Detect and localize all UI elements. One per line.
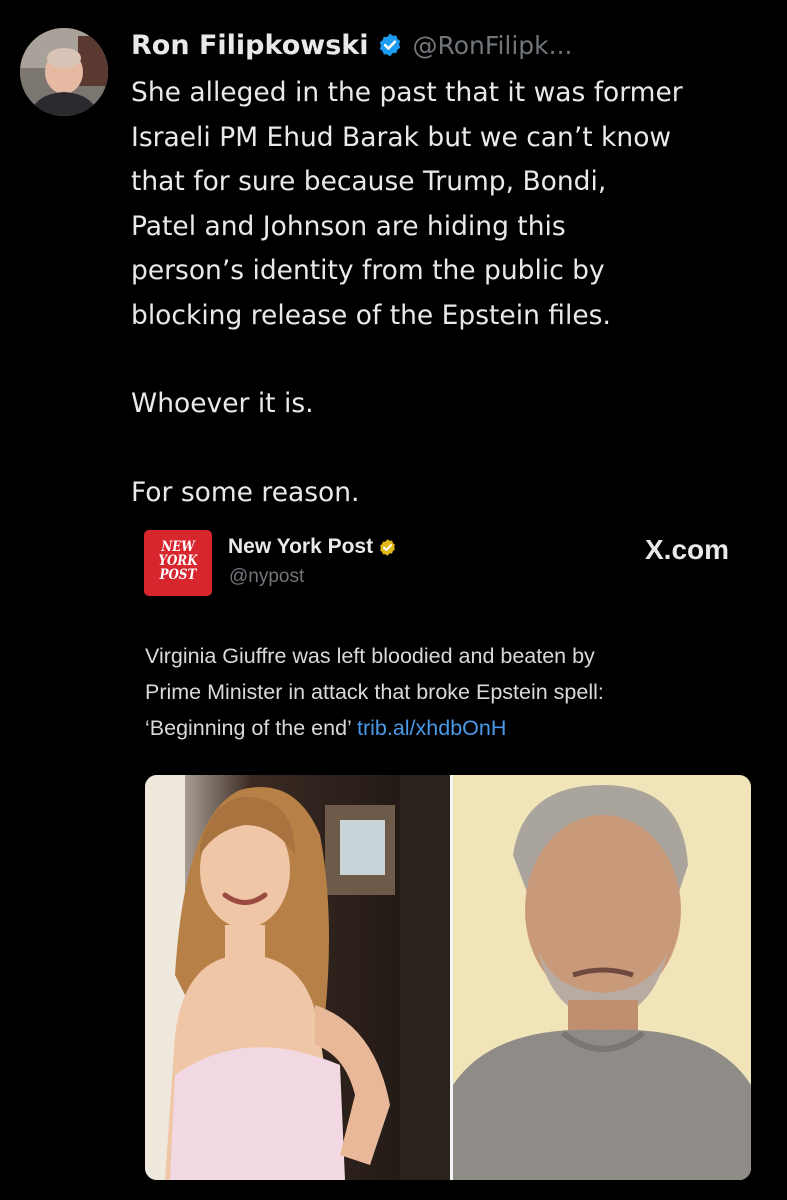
nypost-logo-text: NEW: [161, 539, 195, 555]
post-header: Ron Filipkowski @RonFilipk...: [131, 24, 573, 66]
post-paragraph: For some reason.: [131, 476, 360, 508]
photo-young-woman: [145, 775, 450, 1180]
article-link[interactable]: trib.al/xhdbOnH: [357, 716, 506, 740]
nypost-logo-text: POST: [159, 567, 197, 583]
quoted-text-line: ‘Beginning of the end’ trib.al/xhdbOnH: [145, 710, 745, 746]
photo-man: [453, 775, 751, 1180]
post-text-line: Patel and Johnson are hiding this: [131, 210, 566, 242]
verified-org-badge-icon: [378, 538, 397, 557]
source-label-text: X.com: [645, 534, 730, 565]
nypost-logo[interactable]: NEW YORK POST: [144, 530, 212, 596]
post-text-line: person’s identity from the public by: [131, 255, 605, 286]
author-avatar[interactable]: [20, 28, 108, 116]
quoted-author-handle[interactable]: @nypost: [229, 566, 304, 588]
post-text-line: She alleged in the past that it was form…: [131, 77, 683, 108]
quoted-media[interactable]: [145, 775, 751, 1180]
author-handle[interactable]: @RonFilipk...: [413, 31, 573, 60]
post-text-line: that for sure because Trump, Bondi,: [131, 166, 607, 197]
post-paragraph: Whoever it is.: [131, 388, 314, 419]
quoted-text-line: Prime Minister in attack that broke Epst…: [145, 680, 604, 704]
source-label[interactable]: 𝕏X.com.com: [645, 534, 729, 566]
quoted-author: New York Post: [228, 535, 397, 559]
avatar-photo: [20, 28, 108, 116]
post-text-line: blocking release of the Epstein files.: [131, 299, 611, 331]
verified-badge-icon: [377, 32, 403, 58]
quoted-text-fragment: ‘Beginning of the end’: [145, 716, 357, 740]
nypost-logo-text: YORK: [158, 553, 198, 569]
quoted-text-line: Virginia Giuffre was left bloodied and b…: [145, 644, 595, 668]
quoted-author-name[interactable]: New York Post: [228, 535, 373, 559]
post-text: She alleged in the past that it was form…: [131, 71, 771, 515]
post-text-line: Israeli PM Ehud Barak but we can’t know: [131, 121, 672, 153]
quoted-text: Virginia Giuffre was left bloodied and b…: [145, 638, 745, 746]
author-name[interactable]: Ron Filipkowski: [131, 30, 369, 61]
